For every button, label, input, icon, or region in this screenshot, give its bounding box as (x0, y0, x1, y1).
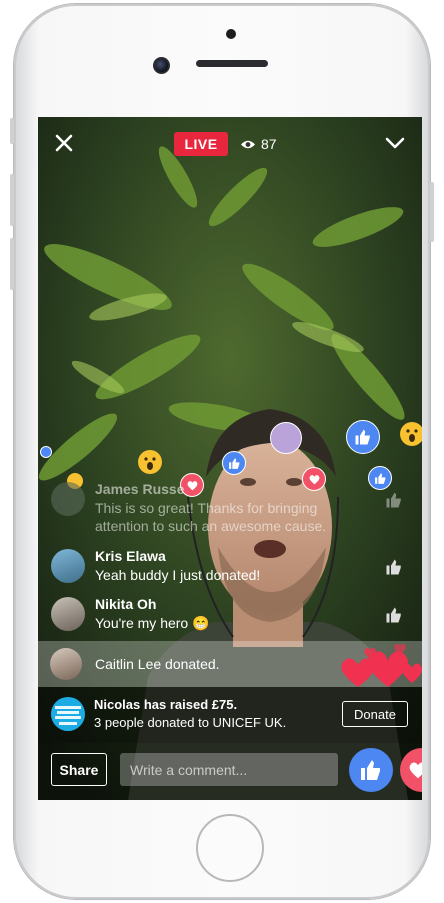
love-reaction-button[interactable] (400, 748, 422, 792)
live-badge: LIVE (174, 132, 228, 156)
comment-composer-bar: Share (38, 743, 422, 800)
volume-up-button (10, 174, 14, 226)
proximity-sensor (226, 29, 236, 39)
wow-icon (406, 429, 418, 442)
floating-wow-reaction (400, 422, 422, 446)
fundraiser-subtitle: 3 people donated to UNICEF UK. (94, 715, 287, 730)
minimize-button[interactable] (385, 135, 405, 151)
home-button[interactable] (196, 814, 264, 882)
comment-item: Nikita Oh You're my hero 😁 (51, 594, 411, 636)
donate-button[interactable]: Donate (342, 701, 408, 727)
comment-author: Nikita Oh (95, 596, 157, 612)
avatar (51, 482, 85, 516)
volume-down-button (10, 238, 14, 290)
share-button[interactable]: Share (51, 753, 107, 786)
viewer-count: 87 (240, 134, 277, 154)
donation-notice-text: Caitlin Lee donated. (95, 656, 220, 672)
comment-text: attention to such an awesome cause. (95, 518, 327, 534)
avatar (51, 597, 85, 631)
unicef-logo (51, 697, 85, 731)
comment-author: Kris Elawa (95, 548, 166, 564)
comment-author: James Russe (95, 481, 185, 497)
hearts-burst-icon (341, 643, 422, 687)
donation-notice: Caitlin Lee donated. (38, 641, 422, 687)
viewer-count-value: 87 (261, 136, 277, 152)
like-icon (361, 760, 380, 780)
comment-text: You're my hero 😁 (95, 615, 210, 631)
like-icon (386, 607, 401, 623)
comment-item: Kris Elawa Yeah buddy I just donated! (51, 546, 411, 588)
comment-like-button[interactable] (385, 606, 403, 624)
comment-item: James Russe This is so great! Thanks for… (51, 479, 411, 537)
floating-like-reaction (222, 451, 246, 475)
front-camera (153, 57, 170, 74)
floating-avatar-reaction (270, 422, 302, 454)
love-icon (409, 762, 422, 779)
close-button[interactable] (54, 133, 74, 153)
fundraiser-title: Nicolas has raised £75. (94, 697, 238, 712)
close-icon (55, 134, 73, 152)
earpiece-speaker (196, 60, 268, 67)
comment-like-button[interactable] (385, 558, 403, 576)
comment-input[interactable] (120, 753, 338, 786)
like-icon (355, 429, 370, 445)
wow-icon (144, 457, 156, 470)
floating-like-reaction (40, 446, 52, 458)
eye-icon (241, 140, 255, 148)
comment-like-button[interactable] (385, 491, 403, 509)
like-icon (386, 559, 401, 575)
fundraiser-banner: Nicolas has raised £75. 3 people donated… (38, 687, 422, 743)
chevron-down-icon (385, 137, 405, 149)
like-icon (386, 492, 401, 508)
like-reaction-button[interactable] (349, 748, 393, 792)
avatar (50, 648, 82, 680)
live-video-screen: LIVE 87 James Russe This is so great! Th… (38, 117, 422, 800)
power-button (430, 182, 434, 242)
like-icon (228, 457, 239, 469)
unicef-logo-icon (51, 697, 85, 731)
floating-wow-reaction (138, 450, 162, 474)
avatar (51, 549, 85, 583)
floating-like-reaction (346, 420, 380, 454)
mute-switch (10, 118, 14, 144)
comment-text: This is so great! Thanks for bringing (95, 500, 318, 516)
comment-text: Yeah buddy I just donated! (95, 567, 261, 583)
